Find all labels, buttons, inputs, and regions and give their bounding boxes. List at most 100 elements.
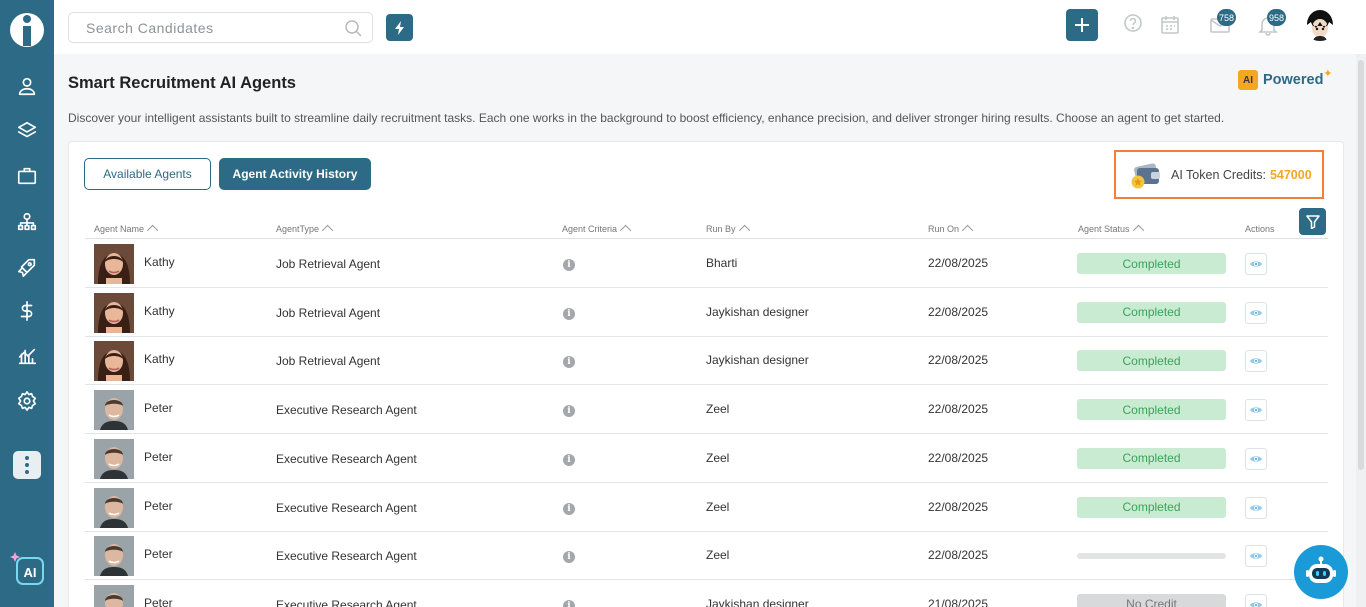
info-icon[interactable]: i — [563, 259, 575, 271]
view-button[interactable] — [1245, 496, 1267, 519]
table-row: Kathy Job Retrieval Agent i Jaykishan desig… — [85, 336, 1328, 386]
sort-icon[interactable] — [738, 224, 750, 237]
agent-type: Executive Research Agent — [276, 500, 417, 515]
ai-powered-badge: AI Powered ✦ — [1238, 68, 1332, 90]
run-on: 22/08/2025 — [928, 304, 989, 319]
search-box — [68, 12, 373, 43]
page-description: Discover your intelligent assistants bui… — [68, 111, 1225, 125]
agent-type: Job Retrieval Agent — [276, 257, 381, 271]
run-on: 22/08/2025 — [928, 499, 989, 514]
more-menu-button[interactable] — [13, 451, 41, 479]
run-on: 22/08/2025 — [928, 548, 989, 563]
info-icon[interactable]: i — [563, 307, 575, 320]
search-input[interactable] — [86, 13, 346, 42]
column-actions: Actions — [1245, 224, 1275, 234]
notification-count-badge: 958 — [1267, 9, 1287, 26]
sort-icon[interactable] — [619, 224, 632, 237]
info-icon[interactable]: i — [563, 502, 575, 515]
run-on: 22/08/2025 — [928, 353, 989, 368]
user-icon[interactable] — [15, 74, 39, 98]
info-icon[interactable]: i — [563, 356, 575, 369]
run-by: Zeel — [706, 402, 730, 417]
layers-icon[interactable] — [15, 119, 39, 143]
sort-icon[interactable] — [146, 224, 159, 237]
column-run-by[interactable]: Run By — [706, 224, 750, 237]
svg-text:AI: AI — [24, 565, 37, 580]
dollar-icon[interactable] — [15, 299, 39, 323]
eye-icon — [1250, 261, 1262, 267]
calendar-icon[interactable] — [1159, 14, 1181, 36]
info-icon[interactable]: i — [563, 453, 575, 466]
agent-type: Executive Research Agent — [276, 597, 417, 607]
user-avatar[interactable] — [1303, 7, 1337, 41]
view-button[interactable] — [1245, 593, 1267, 607]
ai-powered-label: Powered — [1263, 72, 1324, 88]
org-chart-icon[interactable] — [15, 210, 39, 234]
add-button[interactable] — [1066, 9, 1098, 41]
page-title: Smart Recruitment AI Agents — [68, 74, 296, 92]
table-row: Peter Executive Research Agent i Zeel 22/08/… — [85, 483, 1328, 532]
ai-assistant-icon[interactable]: AI — [9, 550, 45, 586]
agent-avatar — [94, 487, 134, 528]
agent-avatar — [94, 341, 134, 382]
agent-name: Peter — [144, 595, 173, 607]
view-button[interactable] — [1245, 545, 1267, 568]
column-agent-status[interactable]: Agent Status — [1078, 224, 1144, 237]
info-icon[interactable]: i — [563, 405, 575, 418]
info-icon[interactable]: i — [563, 599, 575, 607]
quick-action-button[interactable] — [386, 14, 413, 41]
page-scrollbar[interactable] — [1356, 54, 1366, 607]
scrollbar-thumb[interactable] — [1358, 60, 1364, 470]
agent-name: Peter — [144, 401, 173, 416]
agent-type: Job Retrieval Agent — [276, 305, 381, 320]
brand-logo-icon[interactable] — [9, 9, 45, 49]
help-icon[interactable] — [1122, 12, 1144, 34]
analytics-icon[interactable] — [15, 344, 39, 368]
column-agent-name[interactable]: Agent Name — [94, 224, 159, 237]
status-badge: Completed — [1077, 447, 1226, 469]
ai-token-credits: AI Token Credits: 547000 — [1114, 150, 1324, 199]
ai-badge-icon: AI — [1238, 70, 1258, 90]
table-header: Agent Name AgentType Agent Criteria Run … — [85, 221, 1328, 239]
eye-icon — [1250, 553, 1262, 559]
view-button[interactable] — [1245, 447, 1267, 470]
eye-icon — [1250, 310, 1262, 316]
run-by: Zeel — [706, 548, 730, 563]
view-button[interactable] — [1245, 350, 1267, 373]
search-icon[interactable] — [344, 19, 362, 37]
settings-icon[interactable] — [15, 389, 39, 413]
tab-available-agents[interactable]: Available Agents — [84, 158, 211, 190]
sort-icon[interactable] — [321, 224, 334, 237]
column-run-on[interactable]: Run On — [928, 224, 974, 237]
agent-type: Executive Research Agent — [276, 403, 417, 418]
robot-icon — [1306, 556, 1336, 583]
sidebar: AI — [0, 0, 54, 607]
view-button[interactable] — [1245, 253, 1267, 275]
sort-icon[interactable] — [961, 224, 974, 237]
info-icon[interactable]: i — [563, 551, 575, 564]
rocket-icon[interactable] — [15, 255, 39, 279]
status-progress-bar — [1077, 553, 1226, 560]
mail-count-badge: 758 — [1217, 9, 1237, 26]
chatbot-button[interactable] — [1294, 545, 1348, 599]
view-button[interactable] — [1245, 399, 1267, 422]
view-button[interactable] — [1245, 301, 1267, 324]
agent-name: Kathy — [144, 352, 175, 367]
eye-icon — [1250, 602, 1262, 607]
run-by: Jaykishan designer — [706, 596, 809, 607]
column-agent-type[interactable]: AgentType — [276, 224, 334, 237]
column-agent-criteria[interactable]: Agent Criteria — [562, 224, 632, 237]
sort-icon[interactable] — [1132, 224, 1144, 237]
status-badge: Completed — [1077, 350, 1226, 372]
table-row: Peter Executive Research Agent i Zeel 22/08/… — [85, 531, 1328, 581]
agents-card: Available Agents Agent Activity History … — [68, 141, 1344, 607]
eye-icon — [1250, 456, 1262, 462]
table-row: Peter Executive Research Agent i Zeel 22/08/… — [85, 385, 1328, 435]
status-badge: Completed — [1077, 399, 1226, 421]
tab-agent-activity-history[interactable]: Agent Activity History — [219, 158, 371, 190]
agent-avatar — [94, 438, 134, 479]
agent-name: Kathy — [144, 255, 175, 269]
briefcase-icon[interactable] — [15, 164, 39, 188]
table-row: Kathy Job Retrieval Agent i Bharti 22/08/202… — [85, 239, 1328, 288]
agent-avatar — [94, 390, 134, 431]
